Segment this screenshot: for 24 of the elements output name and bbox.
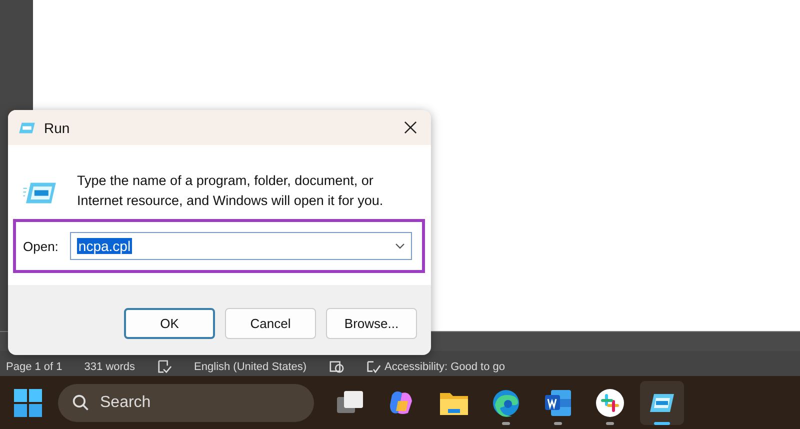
start-icon[interactable] <box>14 389 42 417</box>
status-text: English (United States) <box>194 360 307 372</box>
document-app-icon <box>542 387 574 419</box>
run-icon <box>18 120 36 134</box>
taskbar-app[interactable] <box>640 381 684 425</box>
search-field[interactable]: Search <box>58 384 314 422</box>
proofing-icon[interactable] <box>157 359 172 374</box>
dropdown-icon[interactable] <box>395 243 405 249</box>
browser-icon <box>490 387 522 419</box>
dialog-button[interactable]: OK <box>124 308 215 338</box>
hash-app-icon <box>594 387 626 419</box>
status-text: Accessibility: Good to go <box>384 360 505 372</box>
status-text: Page 1 of 1 <box>6 360 62 372</box>
dialog-button[interactable]: Cancel <box>225 308 316 338</box>
instruction-text: Type the name of a program, folder, document, or Internet resource, and Windows will open it for you. <box>77 172 384 210</box>
search-icon <box>72 394 90 412</box>
open-label: Open: <box>23 238 58 254</box>
accessibility-icon[interactable] <box>366 359 381 374</box>
close-icon[interactable] <box>404 121 417 134</box>
window-title: Run <box>44 120 71 136</box>
status-text: 331 words <box>84 360 136 372</box>
dialog-button[interactable]: Browse... <box>326 308 417 338</box>
focus-icon[interactable] <box>328 359 344 374</box>
open-combo-box[interactable]: ncpa.cpl <box>70 232 412 260</box>
